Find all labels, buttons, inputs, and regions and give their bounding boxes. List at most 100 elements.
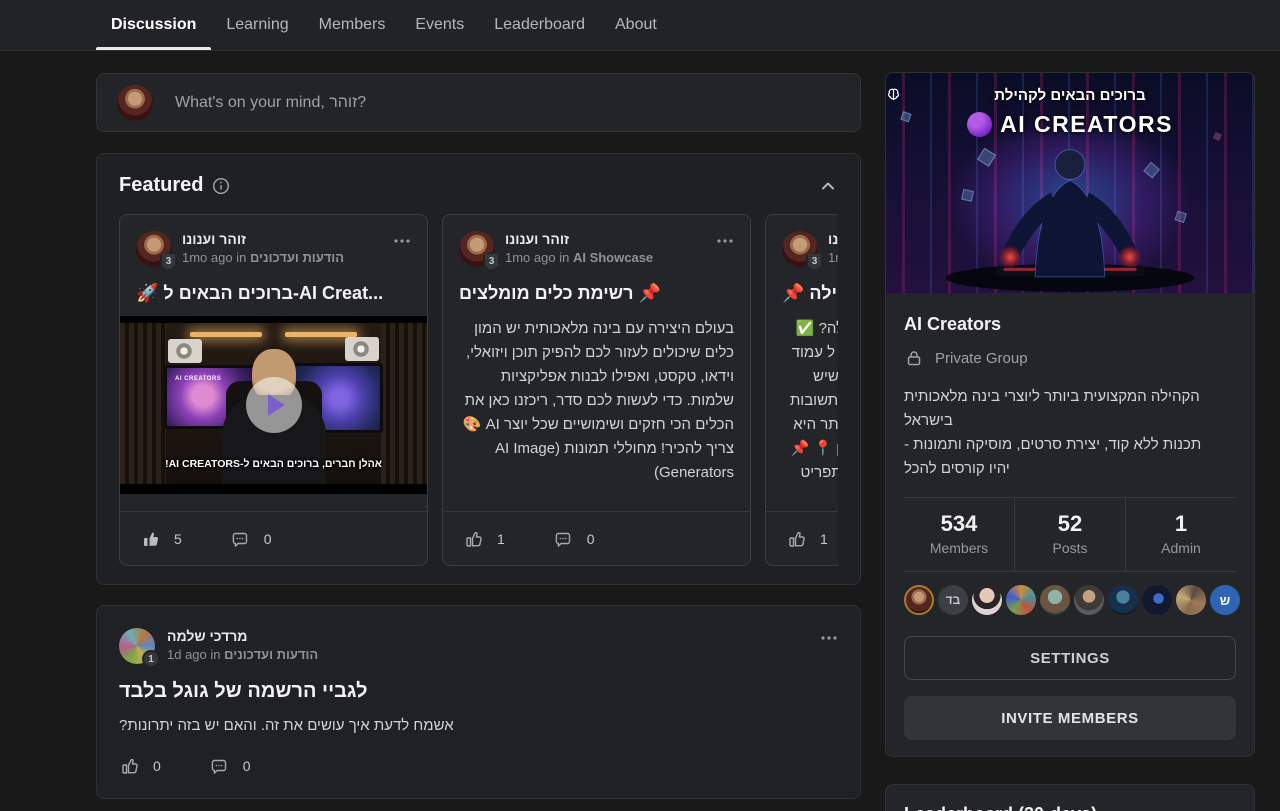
comment-icon[interactable] [209, 756, 229, 776]
post-meta: 1mo ago in הודעות ועדכונים [182, 250, 344, 265]
member-avatar[interactable] [1142, 585, 1172, 615]
post-time: 1mo ago in [182, 250, 246, 265]
member-avatar[interactable]: ש [1210, 585, 1240, 615]
level-badge: 3 [483, 252, 500, 271]
like-icon[interactable] [463, 529, 483, 549]
group-stats: 534 Members 52 Posts 1 Admin [904, 497, 1236, 571]
like-count: 0 [153, 758, 161, 774]
post-title[interactable]: לגביי הרשמה של גוגל בלבד [119, 680, 838, 703]
more-options-icon[interactable] [820, 628, 838, 646]
member-avatar[interactable] [1006, 585, 1036, 615]
composer-placeholder: What's on your mind, זוהר? [175, 94, 366, 112]
member-avatar[interactable] [1176, 585, 1206, 615]
stat-posts[interactable]: 52 Posts [1014, 498, 1125, 571]
info-icon[interactable] [212, 177, 230, 195]
member-avatar[interactable] [904, 585, 934, 615]
current-user-avatar [117, 85, 153, 121]
featured-card-community[interactable]: 3 זוהר וענונו 1mo ago in הודעות ועדכונים… [765, 214, 838, 566]
speaker-right [345, 337, 379, 361]
sidebar: ברוכים הבאים לקהילת AI CREATORS AI Creat… [885, 51, 1255, 811]
chevron-up-icon[interactable] [818, 176, 838, 196]
play-button-icon[interactable] [246, 377, 302, 433]
like-count: 1 [497, 531, 505, 547]
like-icon[interactable] [119, 756, 139, 776]
tab-learning[interactable]: Learning [211, 0, 303, 50]
stat-value: 52 [1015, 511, 1125, 537]
post-time: 1d ago in [167, 647, 221, 662]
level-badge: 1 [142, 650, 160, 668]
author-avatar[interactable]: 3 [136, 231, 172, 267]
tab-about[interactable]: About [600, 0, 672, 50]
comment-count: 0 [243, 758, 251, 774]
stat-admins[interactable]: 1 Admin [1125, 498, 1236, 571]
post-composer[interactable]: What's on your mind, זוהר? [96, 73, 861, 132]
author-avatar[interactable]: 3 [782, 231, 818, 267]
post-body: רוצים לצבור נקודות ולהתקדם למעלה? ✅ כל ש… [766, 317, 838, 511]
tab-members[interactable]: Members [304, 0, 401, 50]
post-meta: 1mo ago in הודעות ועדכונים [828, 250, 838, 265]
featured-card-welcome[interactable]: 3 זוהר וענונו 1mo ago in הודעות ועדכונים… [119, 214, 428, 566]
member-avatar-row: בד ש [904, 571, 1236, 632]
level-badge: 3 [806, 252, 823, 271]
author-name[interactable]: זוהר וענונו [182, 231, 344, 247]
group-name: AI Creators [904, 314, 1236, 335]
leaderboard-title: Leaderboard (30-days) [904, 804, 1236, 811]
author-name[interactable]: זוהר וענונו [505, 231, 653, 247]
comment-icon[interactable] [230, 529, 250, 549]
post-title[interactable]: 📌 רשימת כלים מומלצים [443, 283, 750, 304]
post-channel[interactable]: הודעות ועדכונים [224, 647, 318, 662]
banner-welcome: ברוכים הבאים לקהילת [886, 87, 1254, 104]
lock-icon [904, 348, 924, 368]
post-meta: 1d ago in הודעות ועדכונים [167, 647, 318, 662]
video-caption: אהלן חברים, ברוכים הבאים ל-AI CREATORS! [120, 458, 427, 470]
author-name[interactable]: מרדכי שלמה [167, 628, 318, 644]
community-card: ברוכים הבאים לקהילת AI CREATORS AI Creat… [885, 72, 1255, 757]
post-channel[interactable]: AI Showcase [573, 250, 653, 265]
group-description: הקהילה המקצועית ביותר ליוצרי בינה מלאכות… [904, 385, 1236, 481]
post-title[interactable]: 🚀 ברוכים הבאים ל-AI Creat... [120, 283, 427, 304]
comment-count: 0 [587, 531, 595, 547]
member-avatar[interactable] [1040, 585, 1070, 615]
brain-icon [967, 112, 992, 137]
like-icon[interactable] [140, 529, 160, 549]
member-avatar[interactable] [972, 585, 1002, 615]
member-avatar[interactable] [1108, 585, 1138, 615]
settings-button[interactable]: SETTINGS [904, 636, 1236, 680]
monitor-text: AI CREATORS [175, 376, 221, 382]
speaker-left [168, 339, 202, 363]
tab-discussion[interactable]: Discussion [96, 0, 211, 50]
more-options-icon[interactable] [716, 231, 734, 249]
stat-members[interactable]: 534 Members [904, 498, 1014, 571]
tab-leaderboard[interactable]: Leaderboard [479, 0, 600, 50]
post-time: 1mo ago in [828, 250, 838, 265]
post-body: אשמח לדעת איך עושים את זה. והאם יש בזה י… [119, 717, 838, 734]
like-count: 5 [174, 531, 182, 547]
stat-label: Members [904, 540, 1014, 556]
video-thumbnail[interactable]: AI CREATORS אהלן חברים, ברוכים הבאים ל-A… [120, 316, 427, 494]
more-options-icon[interactable] [393, 231, 411, 249]
post-time: 1mo ago in [505, 250, 569, 265]
feed-post[interactable]: 1 מרדכי שלמה 1d ago in הודעות ועדכונים ל… [96, 605, 861, 799]
member-avatar[interactable] [1074, 585, 1104, 615]
stat-value: 534 [904, 511, 1014, 537]
feed-column: What's on your mind, זוהר? Featured [96, 51, 861, 811]
post-title[interactable]: 📌 קהילה [766, 283, 838, 304]
community-banner[interactable]: ברוכים הבאים לקהילת AI CREATORS [886, 73, 1254, 293]
tab-events[interactable]: Events [400, 0, 479, 50]
leaderboard-card: Leaderboard (30-days) [885, 784, 1255, 811]
featured-card-tools[interactable]: 3 זוהר וענונו 1mo ago in AI Showcase 📌 ר… [442, 214, 751, 566]
stat-label: Admin [1126, 540, 1236, 556]
author-avatar[interactable]: 1 [119, 628, 155, 664]
invite-members-button[interactable]: INVITE MEMBERS [904, 696, 1236, 740]
privacy-label: Private Group [935, 350, 1028, 367]
top-navigation: Discussion Learning Members Events Leade… [0, 0, 1280, 51]
post-channel[interactable]: הודעות ועדכונים [250, 250, 344, 265]
banner-text: ברוכים הבאים לקהילת AI CREATORS [886, 87, 1254, 138]
like-icon[interactable] [786, 529, 806, 549]
author-name[interactable]: זוהר וענונו [828, 231, 838, 247]
member-avatar[interactable]: בד [938, 585, 968, 615]
comment-icon[interactable] [553, 529, 573, 549]
comment-count: 0 [264, 531, 272, 547]
author-avatar[interactable]: 3 [459, 231, 495, 267]
featured-title: Featured [119, 174, 203, 197]
